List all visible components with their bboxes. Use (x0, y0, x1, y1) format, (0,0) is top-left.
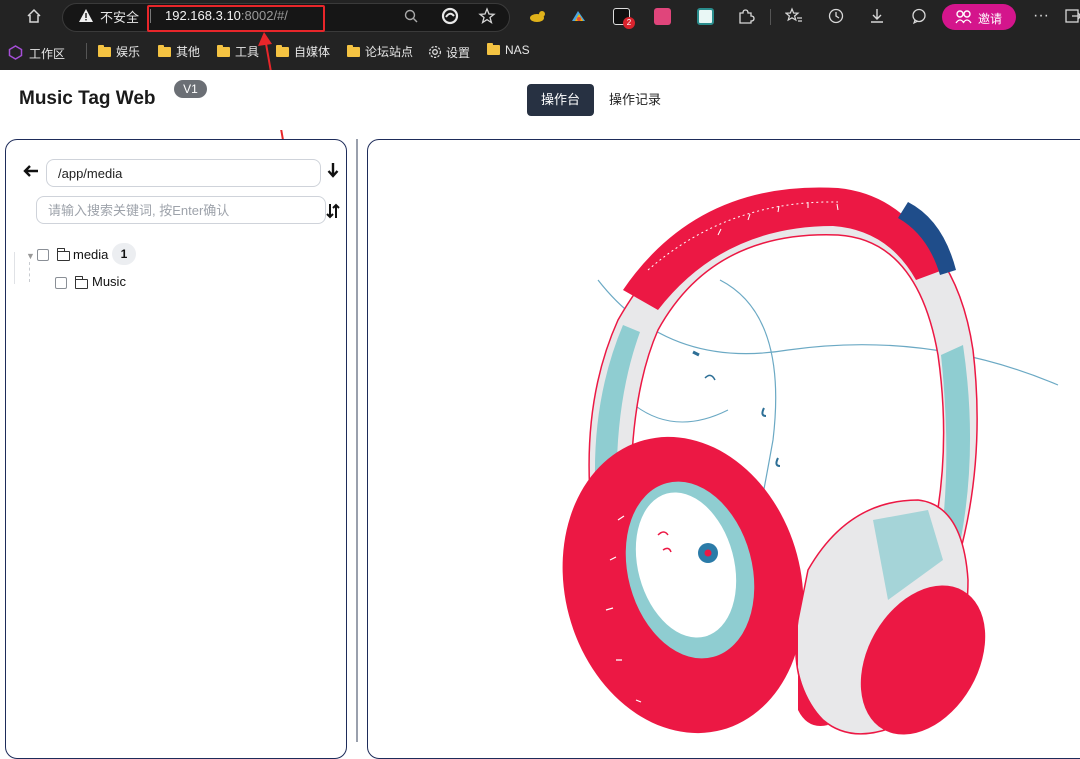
extension-translate-icon[interactable] (654, 8, 671, 25)
url-annotation-box (147, 5, 325, 32)
bookmark-folder-other[interactable]: 其他 (158, 43, 200, 59)
bookmark-folder-forums[interactable]: 论坛站点 (347, 43, 413, 59)
bookmark-folder-tools[interactable]: 工具 (217, 43, 259, 59)
favorites-list-icon[interactable] (783, 7, 805, 31)
bookmark-label: 工作区 (29, 47, 66, 61)
bookmark-separator (86, 43, 87, 59)
warning-icon (78, 8, 94, 28)
bookmark-workspace[interactable]: 工作区 (8, 43, 66, 61)
extension-s-icon[interactable] (697, 8, 714, 25)
favorite-star-icon[interactable] (476, 7, 498, 31)
workspace-icon (8, 45, 23, 60)
panel-divider[interactable] (356, 139, 358, 742)
sort-icon[interactable] (326, 203, 340, 223)
folder-icon (347, 45, 360, 57)
extensions-puzzle-icon[interactable] (735, 7, 757, 31)
bookmarks-bar: 工作区 娱乐 其他 工具 自媒体 论坛站点 设置 NAS (0, 37, 1080, 65)
bookmark-label: 设置 (446, 46, 471, 60)
extension-badge-icon[interactable]: 2 (613, 8, 635, 29)
bookmark-label: 论坛站点 (365, 45, 414, 59)
edge-icon[interactable] (439, 7, 461, 31)
music-checkbox[interactable] (55, 277, 67, 289)
download-icon[interactable] (866, 7, 888, 31)
headphones-illustration (562, 187, 1059, 735)
extension-leopard-icon[interactable] (529, 8, 546, 25)
folder-icon (158, 45, 171, 57)
tab-history[interactable]: 操作记录 (600, 84, 670, 116)
invite-people-icon (955, 10, 972, 24)
extension-badge-count: 2 (623, 17, 635, 29)
version-badge: V1 (174, 80, 207, 98)
workspace-panel (367, 139, 1080, 759)
tree-guide-line (29, 262, 30, 282)
tab-console[interactable]: 操作台 (527, 84, 594, 116)
gear-icon (428, 45, 442, 59)
back-arrow-icon[interactable] (23, 162, 39, 183)
invite-button[interactable]: 邀请 (942, 4, 1016, 30)
zoom-icon[interactable] (400, 8, 422, 30)
browser-chrome: 不安全 192.168.3.10:8002/#/ 2 邀请 ··· 工作区 娱乐… (0, 0, 1080, 70)
tree-item-music[interactable]: Music (92, 274, 126, 294)
expand-caret-icon[interactable]: ▼ (26, 251, 35, 261)
tree-item-media[interactable]: media (73, 247, 108, 267)
down-arrow-icon[interactable] (327, 162, 339, 183)
folder-icon (98, 45, 111, 57)
feedback-chat-icon[interactable] (908, 7, 930, 31)
more-menu-icon[interactable]: ··· (1030, 6, 1052, 26)
app-title: Music Tag Web (19, 88, 156, 109)
bookmark-folder-entertainment[interactable]: 娱乐 (98, 43, 140, 59)
insecure-label[interactable]: 不安全 (100, 7, 139, 26)
history-icon[interactable] (825, 7, 847, 31)
file-browser-panel: ▼ media 1 Music (5, 139, 347, 759)
bookmark-folder-nas[interactable]: NAS (487, 43, 530, 59)
folder-icon (487, 43, 500, 55)
browser-toolbar: 不安全 192.168.3.10:8002/#/ 2 邀请 ··· (0, 0, 1080, 36)
folder-open-icon (57, 248, 70, 261)
tree-guide-line (14, 252, 15, 284)
bookmark-settings[interactable]: 设置 (428, 43, 471, 60)
bookmark-label: NAS (505, 43, 530, 57)
folder-icon (217, 45, 230, 57)
bookmark-label: 自媒体 (294, 45, 331, 59)
bookmark-label: 娱乐 (116, 45, 141, 59)
home-icon[interactable] (23, 7, 45, 31)
folder-icon (75, 276, 88, 289)
bookmark-label: 其他 (176, 45, 201, 59)
path-input[interactable] (46, 159, 321, 187)
app-header: Music Tag Web V1 操作台 操作记录 (0, 70, 1080, 130)
sidebar-exit-icon[interactable] (1062, 7, 1080, 31)
file-count-badge: 1 (112, 243, 136, 265)
extension-colorful-icon[interactable] (570, 8, 587, 25)
invite-label: 邀请 (978, 12, 1003, 26)
toolbar-separator (770, 9, 771, 25)
search-input[interactable] (36, 196, 326, 224)
media-checkbox[interactable] (37, 249, 49, 261)
